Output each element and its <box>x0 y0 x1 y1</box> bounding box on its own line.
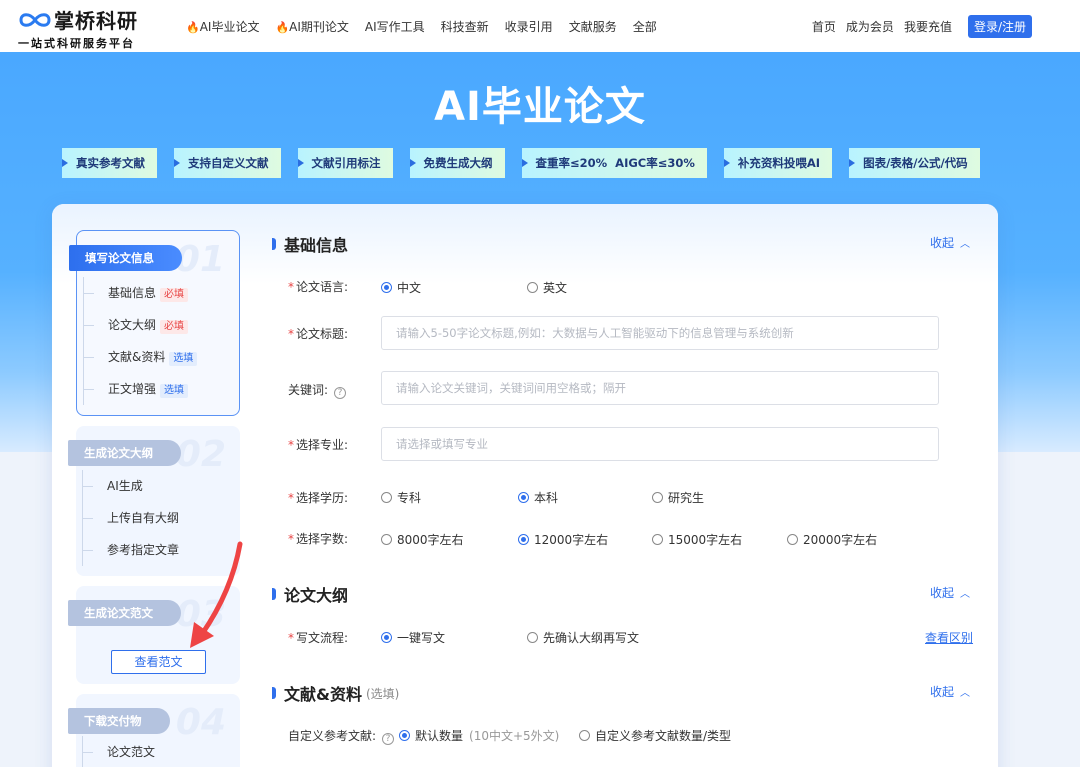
section-title-outline: 论文大纲 <box>272 582 348 606</box>
feature-tag: 补充资料投喂AI <box>723 148 833 178</box>
infinity-logo-icon <box>19 12 51 27</box>
section-marker <box>272 588 276 600</box>
flow-option-confirm-outline[interactable]: 先确认大纲再写文 <box>527 629 639 646</box>
words-option-20000[interactable]: 20000字左右 <box>787 531 877 548</box>
logo-slogan: 一站式科研服务平台 <box>18 37 135 50</box>
words-option-8000[interactable]: 8000字左右 <box>381 531 464 548</box>
required-badge: 必填 <box>160 288 189 302</box>
step-item-ai-generate[interactable]: AI生成 <box>83 470 208 502</box>
red-arrow-annotation-icon <box>190 541 243 648</box>
section-marker <box>272 238 276 250</box>
view-sample-button[interactable]: 查看范文 <box>111 650 206 674</box>
feature-tag: 支持自定义文献 <box>174 148 281 178</box>
step-item-basic-info[interactable]: 基础信息 必填 <box>84 277 209 309</box>
nav-all[interactable]: 全部 <box>633 18 657 35</box>
nav-ai-tools[interactable]: AI写作工具 <box>365 18 425 35</box>
step-number: 02 <box>175 434 226 475</box>
step-title[interactable]: 下载交付物 <box>68 708 170 734</box>
step-item-references[interactable]: 文献&资料 选填 <box>84 341 209 373</box>
optional-badge: 选填 <box>160 384 189 398</box>
language-option-en[interactable]: 英文 <box>527 279 567 296</box>
degree-option-graduate[interactable]: 研究生 <box>652 489 704 506</box>
main-nav: 🔥AI毕业论文 🔥AI期刊论文 AI写作工具 科技查新 收录引用 文献服务 全部 <box>186 18 673 35</box>
step-item-sample-paper[interactable]: 论文范文 <box>83 736 208 767</box>
custom-refs-label: 自定义参考文献:? <box>288 727 395 745</box>
section-marker <box>272 687 276 699</box>
thesis-title-input[interactable]: 请输入5-50字论文标题,例如：大数据与人工智能驱动下的信息管理与系统创新 <box>381 316 939 350</box>
fire-icon: 🔥 <box>186 21 200 34</box>
section-title-references: 文献&资料 (选填) <box>272 681 399 705</box>
collapse-references-button[interactable]: 收起 ︿ <box>930 683 970 700</box>
nav-ai-thesis[interactable]: 🔥AI毕业论文 <box>186 18 259 35</box>
help-icon[interactable]: ? <box>382 733 395 745</box>
degree-label: * 选择学历: <box>288 491 349 505</box>
flow-option-direct[interactable]: 一键写文 <box>381 629 445 646</box>
feature-tag: 文献引用标注 <box>297 148 393 178</box>
step-fill-info: 01 填写论文信息 基础信息 必填 论文大纲 必填 文献&资料 选填 正文增强 选填 <box>69 230 240 416</box>
hero-title: AI毕业论文 <box>434 84 646 130</box>
step-title[interactable]: 生成论文大纲 <box>68 440 181 466</box>
step-item-list: 基础信息 必填 论文大纲 必填 文献&资料 选填 正文增强 选填 <box>83 277 209 405</box>
step-item-list: 论文范文 <box>82 736 208 767</box>
feature-tag: 真实参考文献 <box>62 148 157 178</box>
nav-novelty-search[interactable]: 科技查新 <box>441 18 489 35</box>
words-option-15000[interactable]: 15000字左右 <box>652 531 742 548</box>
chevron-up-icon: ︿ <box>960 589 970 600</box>
flow-label: * 写文流程: <box>288 631 349 645</box>
refs-option-default[interactable]: 默认数量 (10中文+5外文) <box>399 727 559 744</box>
collapse-basic-button[interactable]: 收起 ︿ <box>930 234 970 251</box>
step-item-upload-outline[interactable]: 上传自有大纲 <box>83 502 208 534</box>
required-badge: 必填 <box>160 320 189 334</box>
fire-icon: 🔥 <box>275 21 290 34</box>
chevron-up-icon: ︿ <box>960 688 970 699</box>
title-label: * 论文标题: <box>288 327 349 341</box>
logo-name: 掌桥科研 <box>54 9 138 33</box>
words-option-12000[interactable]: 12000字左右 <box>518 531 608 548</box>
degree-option-bachelor[interactable]: 本科 <box>518 489 558 506</box>
major-label: * 选择专业: <box>288 438 349 452</box>
step-number: 01 <box>174 239 225 280</box>
collapse-outline-button[interactable]: 收起 ︿ <box>930 584 970 601</box>
feature-tag: 免费生成大纲 <box>409 148 505 178</box>
top-nav: 掌桥科研 一站式科研服务平台 🔥AI毕业论文 🔥AI期刊论文 AI写作工具 科技… <box>0 0 1080 52</box>
keywords-input[interactable]: 请输入论文关键词，关键词间用空格或；隔开 <box>381 371 939 405</box>
language-label: * 论文语言: <box>288 280 349 294</box>
nav-citation[interactable]: 收录引用 <box>505 18 553 35</box>
step-title[interactable]: 填写论文信息 <box>69 245 182 271</box>
logo[interactable]: 掌桥科研 一站式科研服务平台 <box>18 5 138 51</box>
words-label: * 选择字数: <box>288 532 349 546</box>
nav-ai-journal[interactable]: 🔥AI期刊论文 <box>275 18 348 35</box>
step-item-outline[interactable]: 论文大纲 必填 <box>84 309 209 341</box>
step-item-enhance[interactable]: 正文增强 选填 <box>84 373 209 405</box>
view-difference-link[interactable]: 查看区别 <box>925 629 973 646</box>
nav-right: 首页 成为会员 我要充值 登录/注册 <box>812 15 1032 38</box>
thesis-form-card: 01 填写论文信息 基础信息 必填 论文大纲 必填 文献&资料 选填 正文增强 选填 0… <box>52 204 998 767</box>
nav-recharge[interactable]: 我要充值 <box>904 18 952 35</box>
step-title[interactable]: 生成论文范文 <box>68 600 181 626</box>
step-download: 04 下载交付物 论文范文 <box>68 694 240 767</box>
feature-tag: 图表/表格/公式/代码 <box>849 148 980 178</box>
degree-option-junior[interactable]: 专科 <box>381 489 421 506</box>
optional-badge: 选填 <box>169 352 198 366</box>
login-button[interactable]: 登录/注册 <box>967 15 1032 38</box>
nav-home[interactable]: 首页 <box>812 18 836 35</box>
help-icon[interactable]: ? <box>334 387 347 399</box>
feature-list: 真实参考文献 支持自定义文献 文献引用标注 免费生成大纲 查重率≤20% AIG… <box>62 148 997 178</box>
refs-option-custom[interactable]: 自定义参考文献数量/类型 <box>579 727 731 744</box>
nav-literature[interactable]: 文献服务 <box>569 18 617 35</box>
major-select[interactable]: 请选择或填写专业 <box>381 427 939 461</box>
language-option-zh[interactable]: 中文 <box>381 279 421 296</box>
feature-tag: 查重率≤20% AIGC率≤30% <box>521 148 707 178</box>
nav-membership[interactable]: 成为会员 <box>846 18 894 35</box>
section-title-basic: 基础信息 <box>272 232 348 256</box>
keywords-label: 关键词:? <box>288 381 347 399</box>
chevron-up-icon: ︿ <box>960 239 970 250</box>
